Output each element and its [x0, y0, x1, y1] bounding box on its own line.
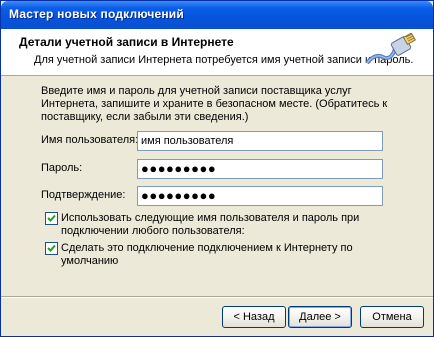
all-users-checkbox[interactable]	[45, 212, 58, 225]
title-bar[interactable]: Мастер новых подключений	[1, 1, 433, 29]
header-title: Детали учетной записи в Интернете	[19, 35, 234, 49]
password-label: Пароль:	[41, 162, 83, 174]
username-label: Имя пользователя:	[41, 134, 139, 146]
wizard-header: Детали учетной записи в Интернете Для уч…	[1, 29, 433, 76]
confirm-label: Подтверждение:	[41, 189, 126, 201]
checkmark-icon	[47, 244, 56, 252]
password-field[interactable]: ●●●●●●●●●	[137, 159, 383, 179]
default-connection-checkbox[interactable]	[45, 242, 58, 255]
checkmark-icon	[47, 214, 56, 222]
cancel-button[interactable]: Отмена	[360, 306, 424, 328]
wizard-window: Мастер новых подключений Детали учетной …	[0, 0, 434, 337]
next-button[interactable]: Далее >	[288, 306, 352, 328]
default-connection-checkbox-label[interactable]: Сделать это подключение подключением к И…	[61, 242, 401, 268]
username-field[interactable]: имя пользователя	[137, 131, 383, 151]
wizard-content: Введите имя и пароль для учетной записи …	[1, 76, 433, 296]
footer-divider	[1, 296, 433, 298]
back-button[interactable]: < Назад	[222, 306, 286, 328]
header-subtitle: Для учетной записи Интернета потребуется…	[34, 54, 414, 66]
network-cable-icon	[365, 33, 417, 65]
confirm-password-field[interactable]: ●●●●●●●●●	[137, 186, 383, 206]
window-title: Мастер новых подключений	[9, 7, 184, 21]
intro-text: Введите имя и пароль для учетной записи …	[41, 85, 388, 123]
all-users-checkbox-label[interactable]: Использовать следующие имя пользователя …	[61, 212, 381, 238]
